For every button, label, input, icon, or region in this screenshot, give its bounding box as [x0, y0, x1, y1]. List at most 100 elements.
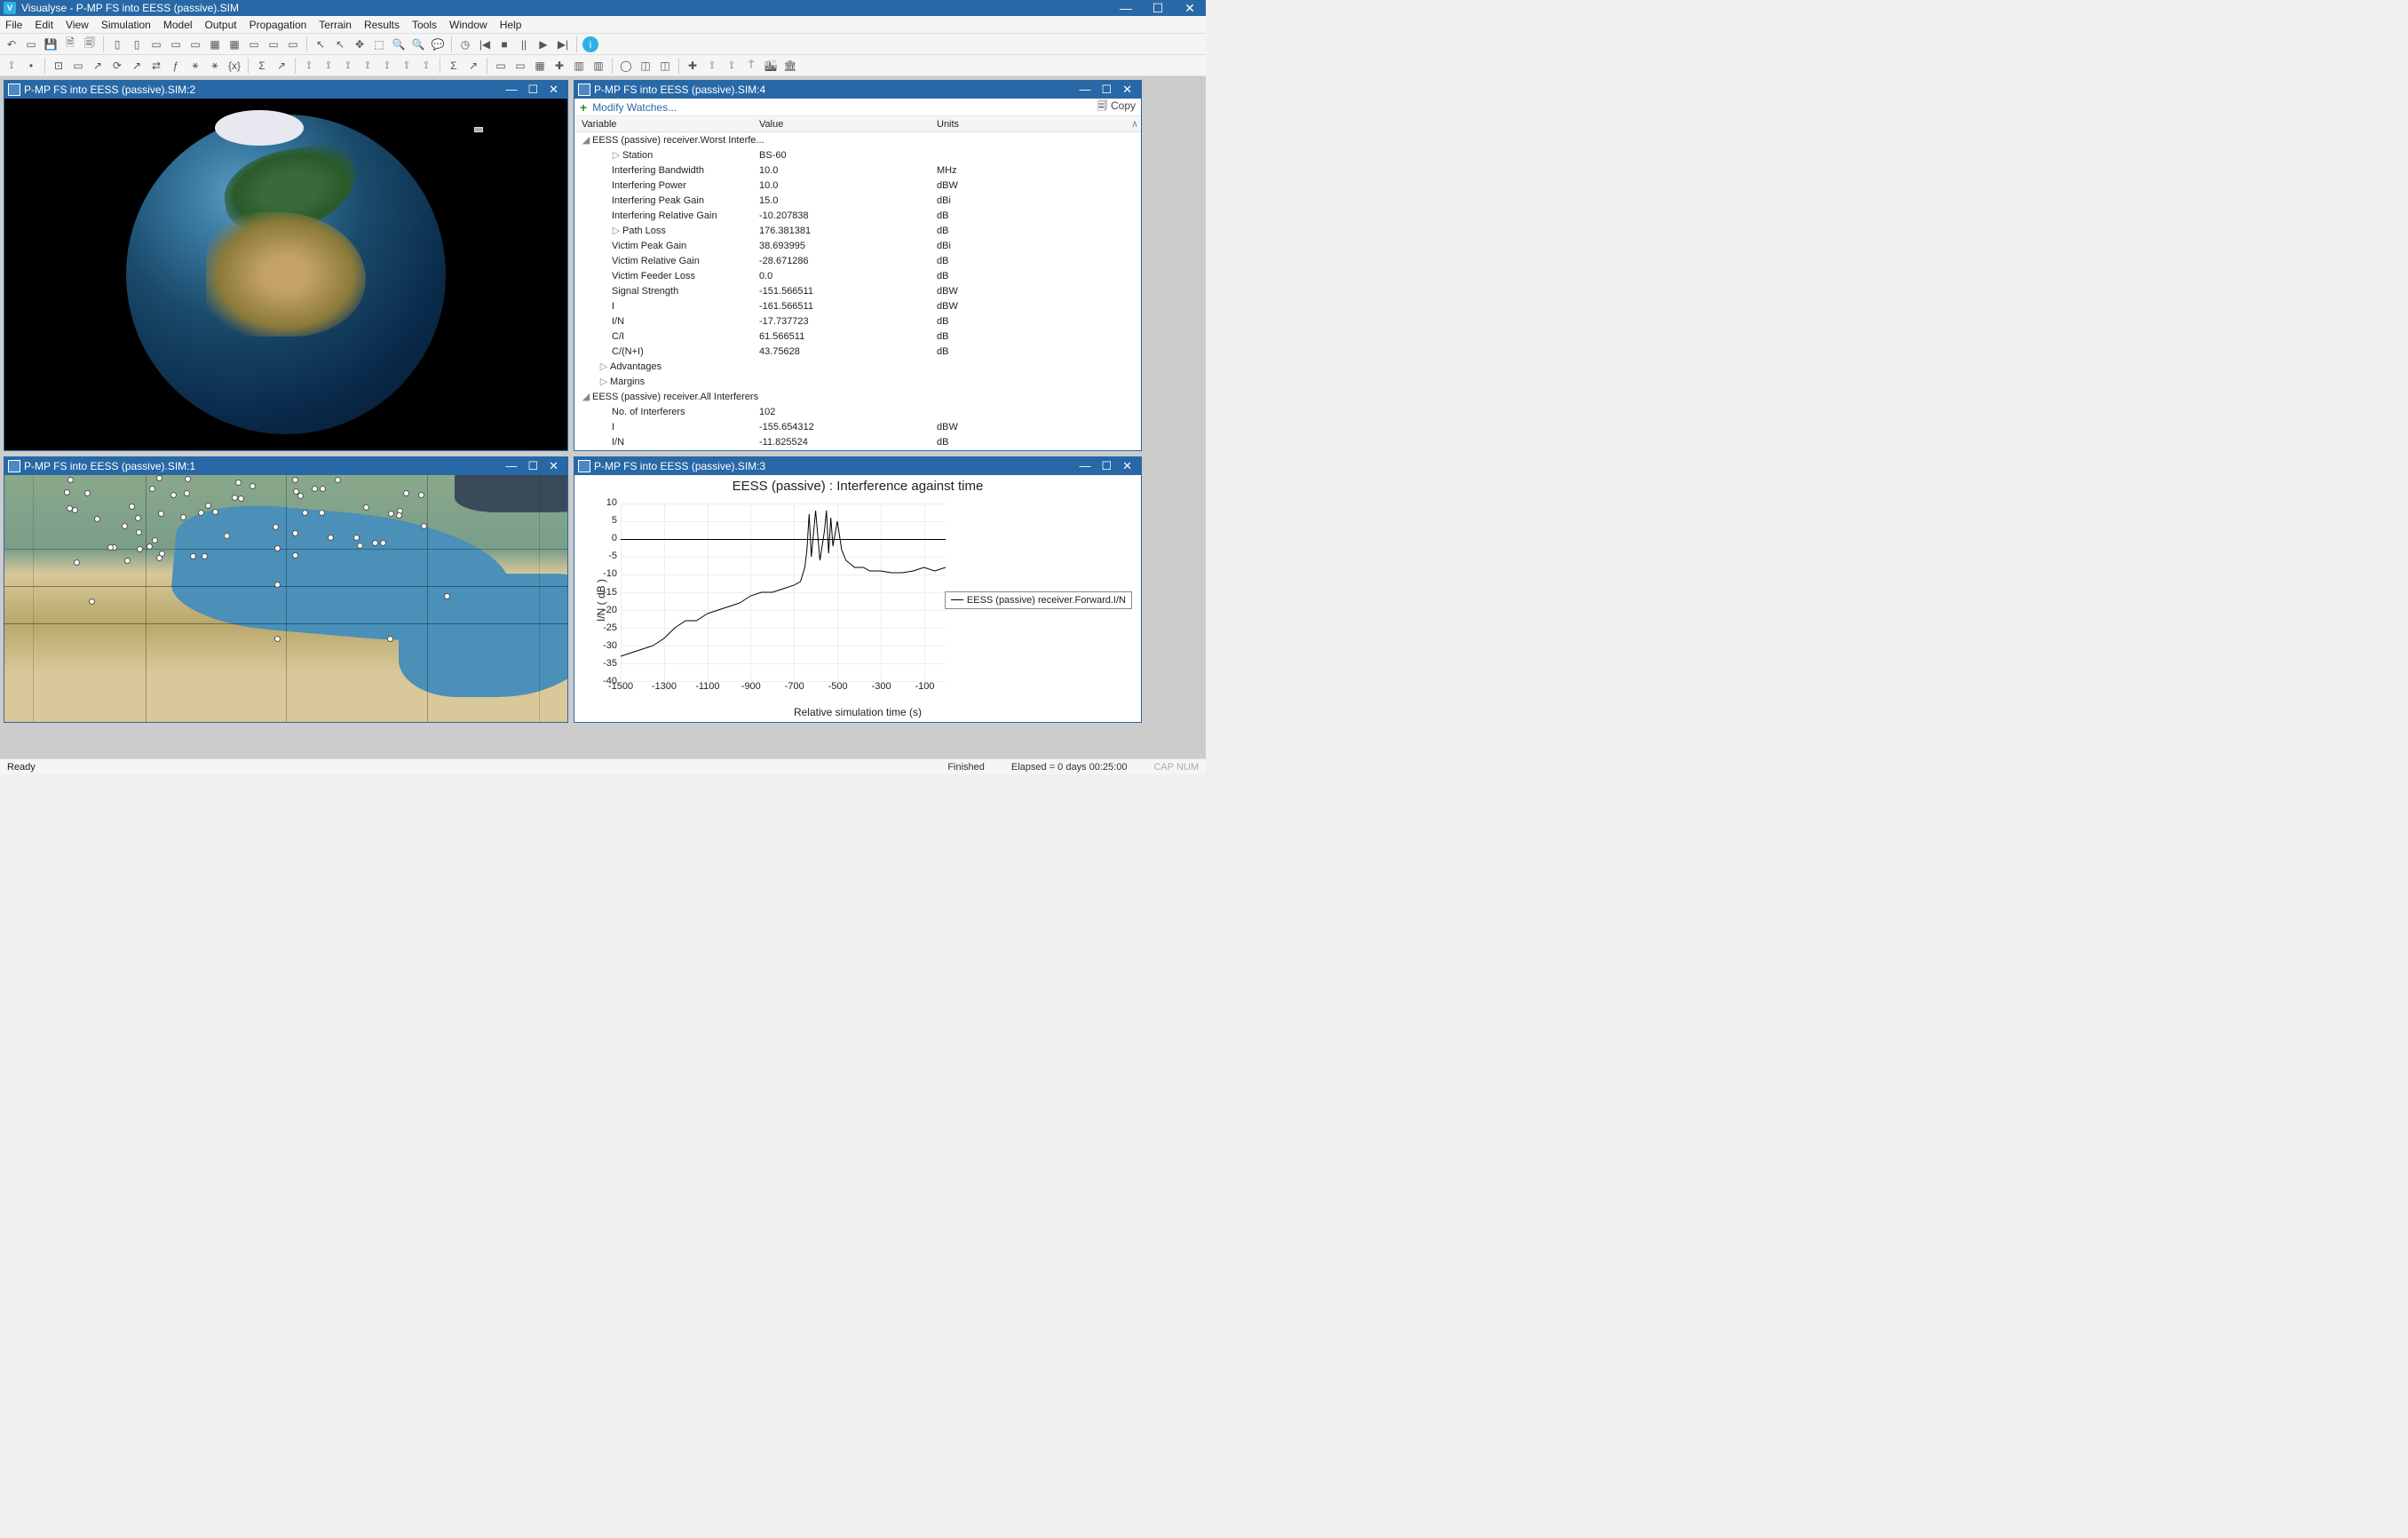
- sat2-icon[interactable]: ⚹: [207, 58, 223, 74]
- relay6-icon[interactable]: ⟟: [399, 58, 415, 74]
- watch-row[interactable]: Interfering Power10.0dBW: [574, 178, 1141, 193]
- menu-model[interactable]: Model: [163, 19, 193, 31]
- watch-row[interactable]: No. of Interferers102: [574, 404, 1141, 419]
- menu-results[interactable]: Results: [364, 19, 400, 31]
- sigma-icon[interactable]: Σ: [254, 58, 270, 74]
- watch-row[interactable]: Victim Relative Gain-28.671286dB: [574, 253, 1141, 268]
- watch-row[interactable]: Interfering Bandwidth10.0MHz: [574, 163, 1141, 178]
- panel-min-button[interactable]: —: [1073, 459, 1096, 472]
- connect-icon[interactable]: ⟳: [109, 58, 125, 74]
- watch-row[interactable]: C/I55.654312dB: [574, 449, 1141, 450]
- panel-close-button[interactable]: ✕: [1117, 83, 1137, 96]
- new-icon[interactable]: ↶: [4, 36, 20, 52]
- world-icon[interactable]: ◯: [618, 58, 634, 74]
- screen2-icon[interactable]: ▭: [168, 36, 184, 52]
- plus-icon[interactable]: ✚: [685, 58, 701, 74]
- relay7-icon[interactable]: ⟟: [418, 58, 434, 74]
- panel-min-button[interactable]: —: [1073, 83, 1096, 96]
- monitor2-icon[interactable]: ▭: [285, 36, 301, 52]
- monitor-icon[interactable]: ▭: [265, 36, 281, 52]
- device-icon[interactable]: ▭: [70, 58, 86, 74]
- screen-icon[interactable]: ▭: [148, 36, 164, 52]
- watch-row[interactable]: ◢EESS (passive) receiver.Worst Interfe..…: [574, 132, 1141, 147]
- panel-header[interactable]: P-MP FS into EESS (passive).SIM:1 —☐✕: [4, 457, 567, 475]
- panel-min-button[interactable]: —: [500, 459, 522, 472]
- panel-max-button[interactable]: ☐: [1096, 83, 1117, 96]
- watch-row[interactable]: ▷StationBS-60: [574, 147, 1141, 163]
- layout-icon[interactable]: ▭: [246, 36, 262, 52]
- menu-help[interactable]: Help: [500, 19, 522, 31]
- watch-row[interactable]: ▷Path Loss176.381381dB: [574, 223, 1141, 238]
- menu-terrain[interactable]: Terrain: [319, 19, 352, 31]
- close-button[interactable]: ✕: [1177, 1, 1202, 16]
- watch-row[interactable]: I-155.654312dBW: [574, 419, 1141, 434]
- export-icon[interactable]: ↗: [273, 58, 289, 74]
- zoom-in-icon[interactable]: 🔍: [391, 36, 407, 52]
- pointer-icon[interactable]: ↖: [332, 36, 348, 52]
- copy-button[interactable]: 🗐 Copy: [1097, 99, 1136, 116]
- dot-icon[interactable]: •: [23, 58, 39, 74]
- copy-icon[interactable]: 🗐: [82, 36, 98, 52]
- watch-row[interactable]: C/(N+I)43.75628dB: [574, 344, 1141, 359]
- chart2-icon[interactable]: ▥: [590, 58, 606, 74]
- fastfwd-icon[interactable]: ▶|: [555, 36, 571, 52]
- grid-icon[interactable]: ▦: [207, 36, 223, 52]
- relay2-icon[interactable]: ⟟: [321, 58, 337, 74]
- zoom-out-icon[interactable]: 🔍: [410, 36, 426, 52]
- table-icon[interactable]: ▦: [226, 36, 242, 52]
- page-icon[interactable]: 🗎: [62, 36, 78, 52]
- panel-max-button[interactable]: ☐: [522, 83, 543, 96]
- out-icon[interactable]: ↗: [465, 58, 481, 74]
- city-icon[interactable]: 🏙: [763, 58, 779, 74]
- arrow-icon[interactable]: ↖: [313, 36, 329, 52]
- watch-row[interactable]: C/I61.566511dB: [574, 329, 1141, 344]
- globe-view[interactable]: [4, 99, 567, 450]
- col-units[interactable]: Units: [937, 119, 1129, 130]
- panel-min-button[interactable]: —: [500, 83, 522, 96]
- panel-close-button[interactable]: ✕: [543, 459, 564, 472]
- pause-icon[interactable]: ||: [516, 36, 532, 52]
- tower-icon[interactable]: ⍑: [743, 58, 759, 74]
- panel-close-button[interactable]: ✕: [543, 83, 564, 96]
- arrow2-icon[interactable]: ↗: [129, 58, 145, 74]
- net-icon[interactable]: ⟟: [704, 58, 720, 74]
- relay3-icon[interactable]: ⟟: [340, 58, 356, 74]
- add-icon[interactable]: ✚: [551, 58, 567, 74]
- open-icon[interactable]: ▭: [23, 36, 39, 52]
- layer2-icon[interactable]: ◫: [657, 58, 673, 74]
- menu-window[interactable]: Window: [449, 19, 487, 31]
- menu-view[interactable]: View: [66, 19, 89, 31]
- play-icon[interactable]: ▶: [535, 36, 551, 52]
- stop-icon[interactable]: ■: [496, 36, 512, 52]
- plus-icon[interactable]: +: [580, 100, 587, 115]
- sat1-icon[interactable]: ⚹: [187, 58, 203, 74]
- window-icon[interactable]: ▯: [109, 36, 125, 52]
- relay4-icon[interactable]: ⟟: [360, 58, 376, 74]
- menu-output[interactable]: Output: [205, 19, 237, 31]
- watch-row[interactable]: I/N-11.825524dB: [574, 434, 1141, 449]
- minimize-button[interactable]: —: [1113, 1, 1138, 16]
- save-icon[interactable]: 💾: [43, 36, 59, 52]
- col-variable[interactable]: Variable: [582, 119, 759, 130]
- watch-row[interactable]: Victim Feeder Loss0.0dB: [574, 268, 1141, 283]
- maximize-button[interactable]: ☐: [1145, 1, 1170, 16]
- calc-icon[interactable]: ▦: [532, 58, 548, 74]
- panel-header[interactable]: P-MP FS into EESS (passive).SIM:3 —☐✕: [574, 457, 1141, 475]
- panel-max-button[interactable]: ☐: [522, 459, 543, 472]
- menu-simulation[interactable]: Simulation: [101, 19, 151, 31]
- expr-icon[interactable]: {x}: [226, 58, 242, 74]
- panel-max-button[interactable]: ☐: [1096, 459, 1117, 472]
- col-value[interactable]: Value: [759, 119, 937, 130]
- zoom-box-icon[interactable]: ⬚: [371, 36, 387, 52]
- watch-row[interactable]: Victim Peak Gain38.693995dBi: [574, 238, 1141, 253]
- panel-header[interactable]: P-MP FS into EESS (passive).SIM:2 —☐✕: [4, 81, 567, 99]
- sum-icon[interactable]: Σ: [446, 58, 462, 74]
- link-icon[interactable]: ↗: [90, 58, 106, 74]
- db2-icon[interactable]: ▭: [512, 58, 528, 74]
- clock-icon[interactable]: ◷: [457, 36, 473, 52]
- relay-icon[interactable]: ⟟: [301, 58, 317, 74]
- layer-icon[interactable]: ◫: [638, 58, 653, 74]
- watch-row[interactable]: ▷Margins: [574, 374, 1141, 389]
- hand-icon[interactable]: ✥: [352, 36, 368, 52]
- window2-icon[interactable]: ▯: [129, 36, 145, 52]
